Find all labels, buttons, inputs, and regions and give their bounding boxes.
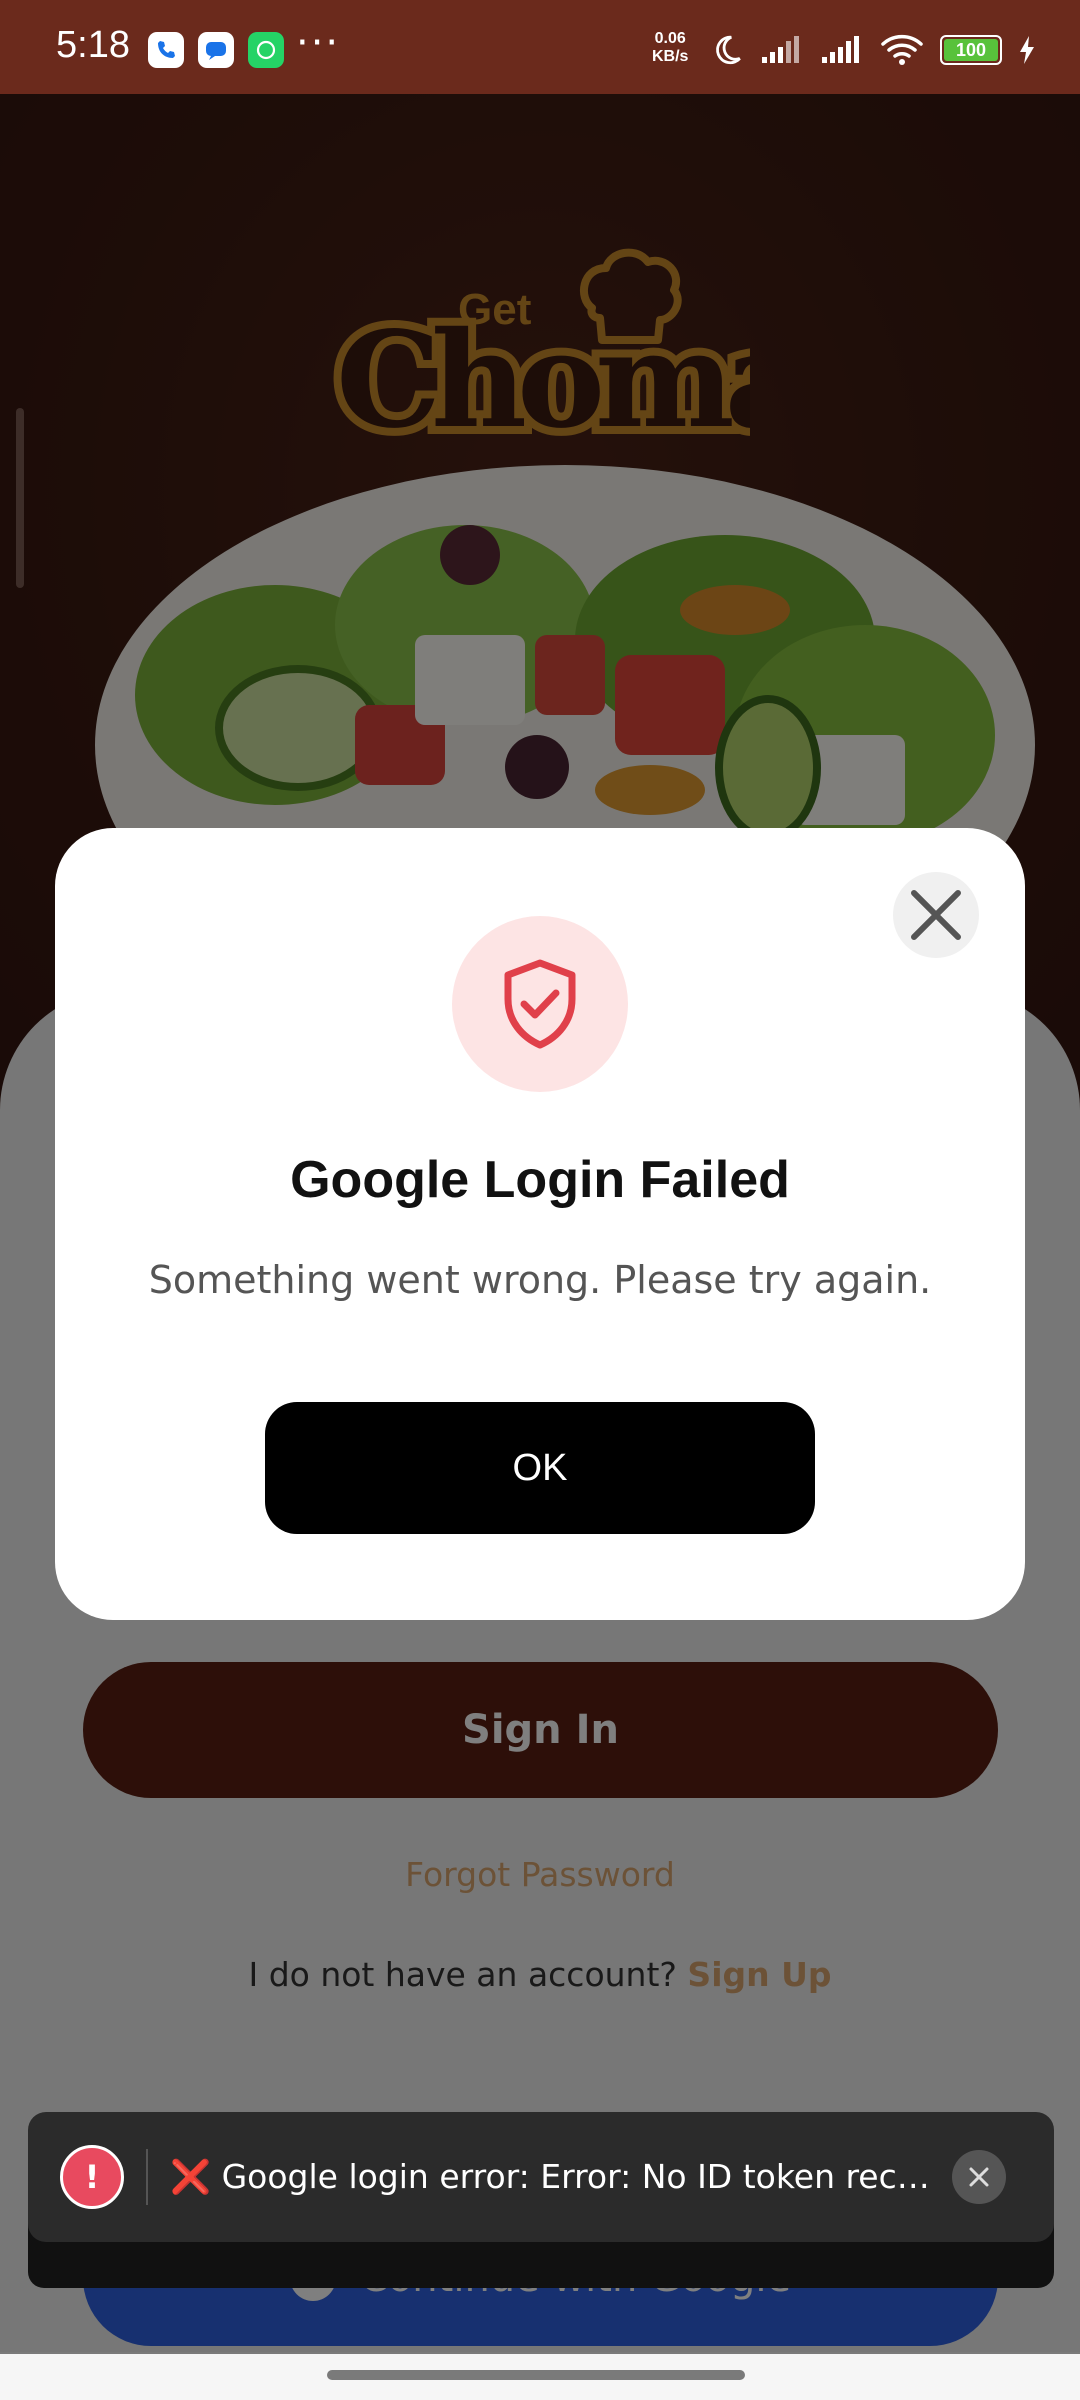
wifi-icon (881, 34, 923, 65)
do-not-disturb-icon (716, 35, 741, 65)
whatsapp-icon (248, 32, 284, 68)
close-icon[interactable] (893, 872, 979, 958)
charging-icon (1020, 36, 1034, 64)
toast-divider (146, 2149, 148, 2205)
messages-icon (198, 32, 234, 68)
status-time: 5:18 (56, 24, 130, 66)
battery-icon: 100 (940, 35, 1002, 65)
shield-check-icon (452, 916, 628, 1092)
dialog-title: Google Login Failed (290, 1151, 790, 1209)
phone-icon (148, 32, 184, 68)
ok-button[interactable]: OK (265, 1402, 815, 1534)
status-icons: 100 (710, 30, 1036, 70)
toast-message: ❌ Google login error: Error: No ID token… (170, 2157, 940, 2196)
status-bar: 5:18 ··· 0.06 KB/s 100 (0, 0, 1080, 94)
toast-close-icon[interactable] (952, 2150, 1006, 2204)
signal-icon (762, 36, 799, 63)
signal-2-icon (822, 36, 859, 63)
dialog-message: Something went wrong. Please try again. (148, 1258, 932, 1302)
error-toast[interactable]: ! ❌ Google login error: Error: No ID tok… (28, 2112, 1054, 2242)
more-notifications-icon: ··· (296, 20, 341, 66)
network-speed: 0.06 KB/s (652, 30, 689, 65)
gesture-handle[interactable] (327, 2370, 745, 2380)
alert-icon: ! (60, 2145, 124, 2209)
